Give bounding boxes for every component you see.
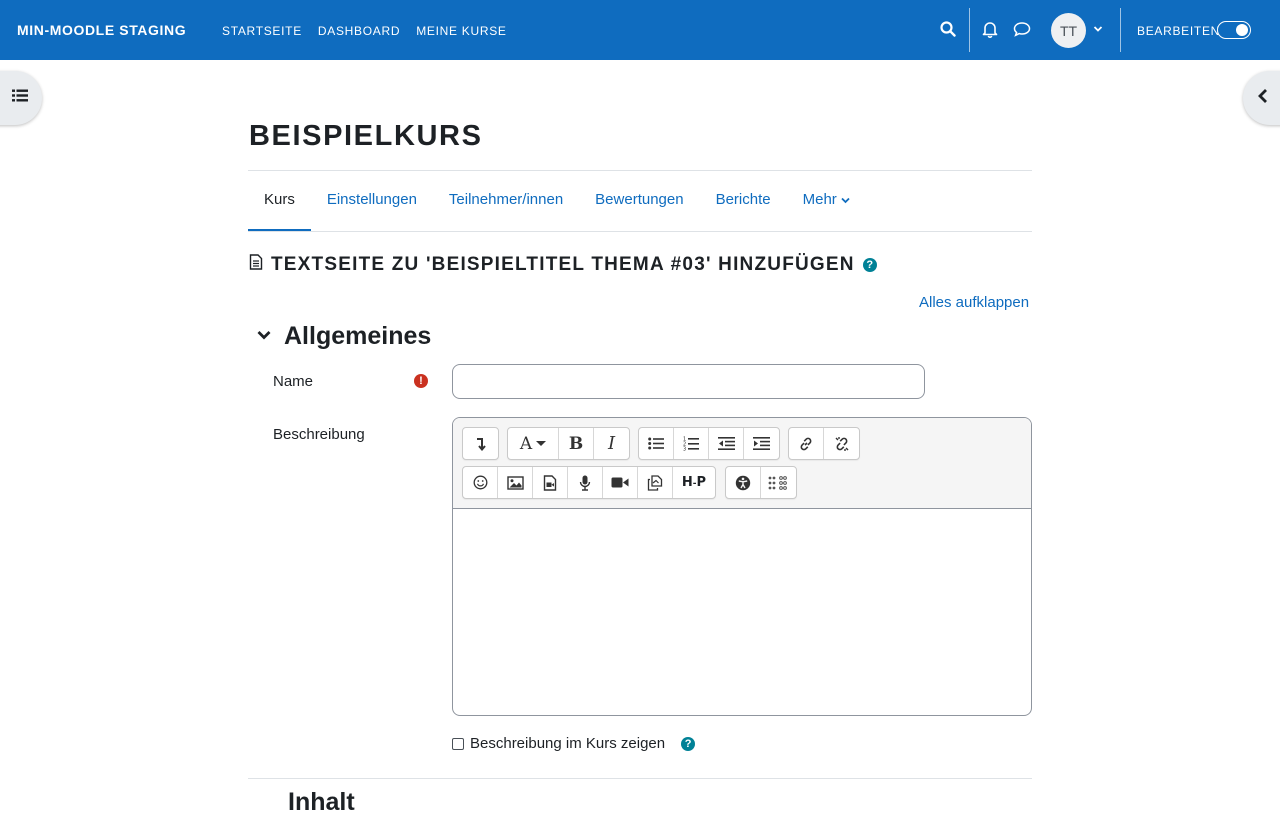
- chevron-left-icon: [1257, 88, 1269, 109]
- chevron-down-icon: [256, 328, 272, 346]
- svg-text:3: 3: [683, 447, 686, 452]
- name-label: Name: [273, 373, 314, 390]
- nav-link-meine-kurse[interactable]: MEINE KURSE: [416, 24, 506, 38]
- edit-mode-toggle[interactable]: [1217, 21, 1251, 39]
- image-icon[interactable]: [498, 467, 533, 498]
- chevron-down-icon: [841, 171, 850, 229]
- unordered-list-icon[interactable]: [639, 428, 674, 459]
- page-title: BEISPIELKURS: [249, 120, 483, 152]
- bell-icon[interactable]: [979, 18, 1001, 40]
- indent-icon[interactable]: [744, 428, 779, 459]
- tabs-divider: [248, 231, 1032, 232]
- unlink-icon[interactable]: [824, 428, 859, 459]
- tab-kurs[interactable]: Kurs: [248, 171, 311, 232]
- accessibility-checker-icon[interactable]: [726, 467, 761, 498]
- chat-bubble-icon[interactable]: [1011, 18, 1033, 40]
- page-document-icon: [249, 254, 263, 276]
- show-description-label[interactable]: Beschreibung im Kurs zeigen: [470, 735, 665, 752]
- nav-link-startseite[interactable]: STARTSEITE: [222, 24, 302, 38]
- record-audio-icon[interactable]: [568, 467, 603, 498]
- manage-files-icon[interactable]: [638, 467, 673, 498]
- help-icon[interactable]: ?: [681, 736, 696, 751]
- editor-toolbar: A B I 123 H-P: [453, 418, 1031, 509]
- show-description-checkbox[interactable]: [452, 737, 464, 750]
- navbar-divider: [1120, 8, 1121, 52]
- show-description-row: Beschreibung im Kurs zeigen ?: [452, 735, 696, 752]
- list-icon: [12, 89, 28, 107]
- tab-mehr-label: Mehr: [802, 191, 837, 208]
- top-navbar: MIN-MOODLE STAGING STARTSEITE DASHBOARD …: [0, 0, 1280, 60]
- toolbar-group: [462, 427, 499, 460]
- toolbar-group: H-P: [462, 466, 716, 499]
- font-style-icon[interactable]: A: [508, 428, 559, 459]
- form-heading-text: TEXTSEITE ZU 'BEISPIELTITEL THEMA #03' H…: [271, 254, 855, 275]
- tab-teilnehmer[interactable]: Teilnehmer/innen: [433, 171, 579, 231]
- outdent-icon[interactable]: [709, 428, 744, 459]
- media-icon[interactable]: [533, 467, 568, 498]
- nav-link-dashboard[interactable]: DASHBOARD: [318, 24, 400, 38]
- edit-mode-label: BEARBEITEN: [1137, 24, 1221, 38]
- screenreader-helper-icon[interactable]: [761, 467, 796, 498]
- record-video-icon[interactable]: [603, 467, 638, 498]
- expand-all-link[interactable]: Alles aufklappen: [919, 294, 1029, 311]
- italic-icon[interactable]: I: [594, 428, 629, 459]
- toolbar-group: [788, 427, 860, 460]
- form-heading: TEXTSEITE ZU 'BEISPIELTITEL THEMA #03' H…: [249, 254, 877, 276]
- navbar-divider: [969, 8, 970, 52]
- collapse-icon[interactable]: [463, 428, 498, 459]
- required-icon: !: [414, 374, 428, 388]
- tab-bewertungen[interactable]: Bewertungen: [579, 171, 699, 231]
- chevron-down-icon[interactable]: [1087, 18, 1109, 40]
- open-block-drawer-button[interactable]: [1243, 71, 1280, 125]
- emoji-icon[interactable]: [463, 467, 498, 498]
- bold-icon[interactable]: B: [559, 428, 594, 459]
- section-general-header[interactable]: Allgemeines: [256, 322, 431, 351]
- toolbar-group: A B I: [507, 427, 630, 460]
- tab-einstellungen[interactable]: Einstellungen: [311, 171, 433, 231]
- description-editor: A B I 123 H-P: [452, 417, 1032, 716]
- toolbar-group: 123: [638, 427, 780, 460]
- ordered-list-icon[interactable]: 123: [674, 428, 709, 459]
- description-label: Beschreibung: [273, 426, 365, 443]
- section-content-title[interactable]: Inhalt: [288, 788, 355, 817]
- toolbar-group: [725, 466, 797, 499]
- user-avatar[interactable]: TT: [1051, 13, 1086, 48]
- primary-navigation: STARTSEITE DASHBOARD MEINE KURSE: [222, 24, 507, 38]
- name-input[interactable]: [452, 364, 925, 399]
- tab-mehr[interactable]: Mehr: [787, 171, 866, 231]
- section-general-title: Allgemeines: [284, 322, 432, 350]
- editor-content-area[interactable]: [453, 509, 1031, 715]
- open-course-index-button[interactable]: [0, 71, 42, 125]
- section-divider: [248, 778, 1032, 779]
- site-brand[interactable]: MIN-MOODLE STAGING: [17, 22, 186, 38]
- help-icon[interactable]: ?: [862, 258, 877, 272]
- search-icon[interactable]: [937, 18, 959, 40]
- secondary-navigation: Kurs Einstellungen Teilnehmer/innen Bewe…: [248, 171, 866, 232]
- link-icon[interactable]: [789, 428, 824, 459]
- toggle-knob: [1236, 24, 1248, 36]
- tab-berichte[interactable]: Berichte: [700, 171, 787, 231]
- h5p-icon[interactable]: H-P: [673, 467, 715, 498]
